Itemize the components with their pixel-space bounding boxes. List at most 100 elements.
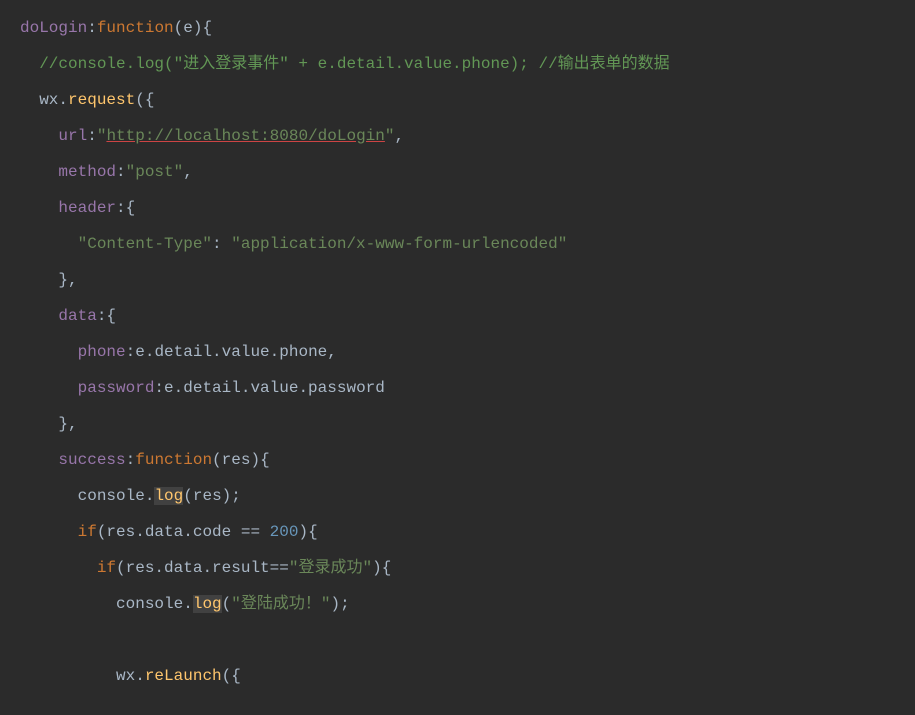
- code-line: [20, 622, 915, 658]
- punct-token: (: [116, 559, 126, 577]
- object-token: wx: [39, 91, 58, 109]
- punct-token: ): [298, 523, 308, 541]
- method-token: log: [154, 487, 183, 505]
- code-line: method:"post",: [20, 154, 915, 190]
- punct-token: (: [174, 19, 184, 37]
- code-line: url:"http://localhost:8080/doLogin",: [20, 118, 915, 154]
- string-token: "登录成功": [289, 559, 372, 577]
- code-line: password:e.detail.value.password: [20, 370, 915, 406]
- param-token: res: [222, 451, 251, 469]
- punct-token: {: [202, 19, 212, 37]
- string-token: ": [385, 127, 395, 145]
- comment-token: //console.log("进入登录事件" + e.detail.value.…: [39, 55, 669, 73]
- punct-token: ): [372, 559, 382, 577]
- code-line: console.log(res);: [20, 478, 915, 514]
- keyword-token: function: [135, 451, 212, 469]
- punct-token: {: [231, 667, 241, 685]
- string-token: "Content-Type": [78, 235, 212, 253]
- code-editor[interactable]: doLogin:function(e){ //console.log("进入登录…: [0, 10, 915, 694]
- string-token: "application/x-www-form-urlencoded": [231, 235, 567, 253]
- punct-token: .: [135, 667, 145, 685]
- punct-token: {: [260, 451, 270, 469]
- punct-token: (: [97, 523, 107, 541]
- punct-token: {: [145, 91, 155, 109]
- punct-token: {: [308, 523, 318, 541]
- punct-token: ): [222, 487, 232, 505]
- punct-token: ,: [68, 271, 78, 289]
- punct-token: }: [58, 271, 68, 289]
- punct-token: {: [106, 307, 116, 325]
- punct-token: (: [222, 595, 232, 613]
- code-line: header:{: [20, 190, 915, 226]
- punct-token: :: [116, 163, 126, 181]
- method-token: log: [193, 595, 222, 613]
- punct-token: .: [183, 595, 193, 613]
- string-token: "post": [126, 163, 184, 181]
- punct-token: :: [116, 199, 126, 217]
- number-token: 200: [270, 523, 299, 541]
- method-token: reLaunch: [145, 667, 222, 685]
- expr-token: e.detail.value.password: [164, 379, 385, 397]
- punct-token: :: [212, 235, 231, 253]
- punct-token: ;: [340, 595, 350, 613]
- code-line: if(res.data.result=="登录成功"){: [20, 550, 915, 586]
- property-token: method: [58, 163, 116, 181]
- punct-token: :: [126, 451, 136, 469]
- punct-token: ): [250, 451, 260, 469]
- property-token: url: [58, 127, 87, 145]
- expr-token: res.data.result==: [126, 559, 289, 577]
- punct-token: .: [145, 487, 155, 505]
- punct-token: :: [87, 19, 97, 37]
- keyword-token: function: [97, 19, 174, 37]
- expr-token: e.detail.value.phone: [135, 343, 327, 361]
- code-line: doLogin:function(e){: [20, 10, 915, 46]
- code-line: phone:e.detail.value.phone,: [20, 334, 915, 370]
- punct-token: .: [58, 91, 68, 109]
- method-token: request: [68, 91, 135, 109]
- keyword-token: if: [78, 523, 97, 541]
- punct-token: {: [382, 559, 392, 577]
- punct-token: (: [212, 451, 222, 469]
- param-token: res: [193, 487, 222, 505]
- code-line: data:{: [20, 298, 915, 334]
- property-token: success: [58, 451, 125, 469]
- punct-token: :: [87, 127, 97, 145]
- code-line: wx.reLaunch({: [20, 658, 915, 694]
- punct-token: :: [154, 379, 164, 397]
- code-line: console.log("登陆成功！");: [20, 586, 915, 622]
- param-token: e: [183, 19, 193, 37]
- property-token: password: [78, 379, 155, 397]
- punct-token: (: [222, 667, 232, 685]
- keyword-token: if: [97, 559, 116, 577]
- punct-token: ;: [231, 487, 241, 505]
- code-line: //console.log("进入登录事件" + e.detail.value.…: [20, 46, 915, 82]
- object-token: wx: [116, 667, 135, 685]
- punct-token: ): [330, 595, 340, 613]
- code-line: success:function(res){: [20, 442, 915, 478]
- punct-token: :: [97, 307, 107, 325]
- punct-token: }: [58, 415, 68, 433]
- expr-token: res.data.code ==: [106, 523, 269, 541]
- code-line: if(res.data.code == 200){: [20, 514, 915, 550]
- punct-token: :: [126, 343, 136, 361]
- code-line: wx.request({: [20, 82, 915, 118]
- punct-token: ,: [68, 415, 78, 433]
- punct-token: ,: [395, 127, 405, 145]
- code-line: "Content-Type": "application/x-www-form-…: [20, 226, 915, 262]
- punct-token: {: [126, 199, 136, 217]
- string-token: "登陆成功！": [231, 595, 330, 613]
- property-token: doLogin: [20, 19, 87, 37]
- punct-token: (: [135, 91, 145, 109]
- punct-token: (: [183, 487, 193, 505]
- string-token: ": [97, 127, 107, 145]
- punct-token: ,: [183, 163, 193, 181]
- code-line: },: [20, 262, 915, 298]
- object-token: console: [78, 487, 145, 505]
- property-token: data: [58, 307, 96, 325]
- punct-token: ,: [327, 343, 337, 361]
- property-token: header: [58, 199, 116, 217]
- url-token: http://localhost:8080/doLogin: [106, 127, 384, 145]
- object-token: console: [116, 595, 183, 613]
- property-token: phone: [78, 343, 126, 361]
- code-line: },: [20, 406, 915, 442]
